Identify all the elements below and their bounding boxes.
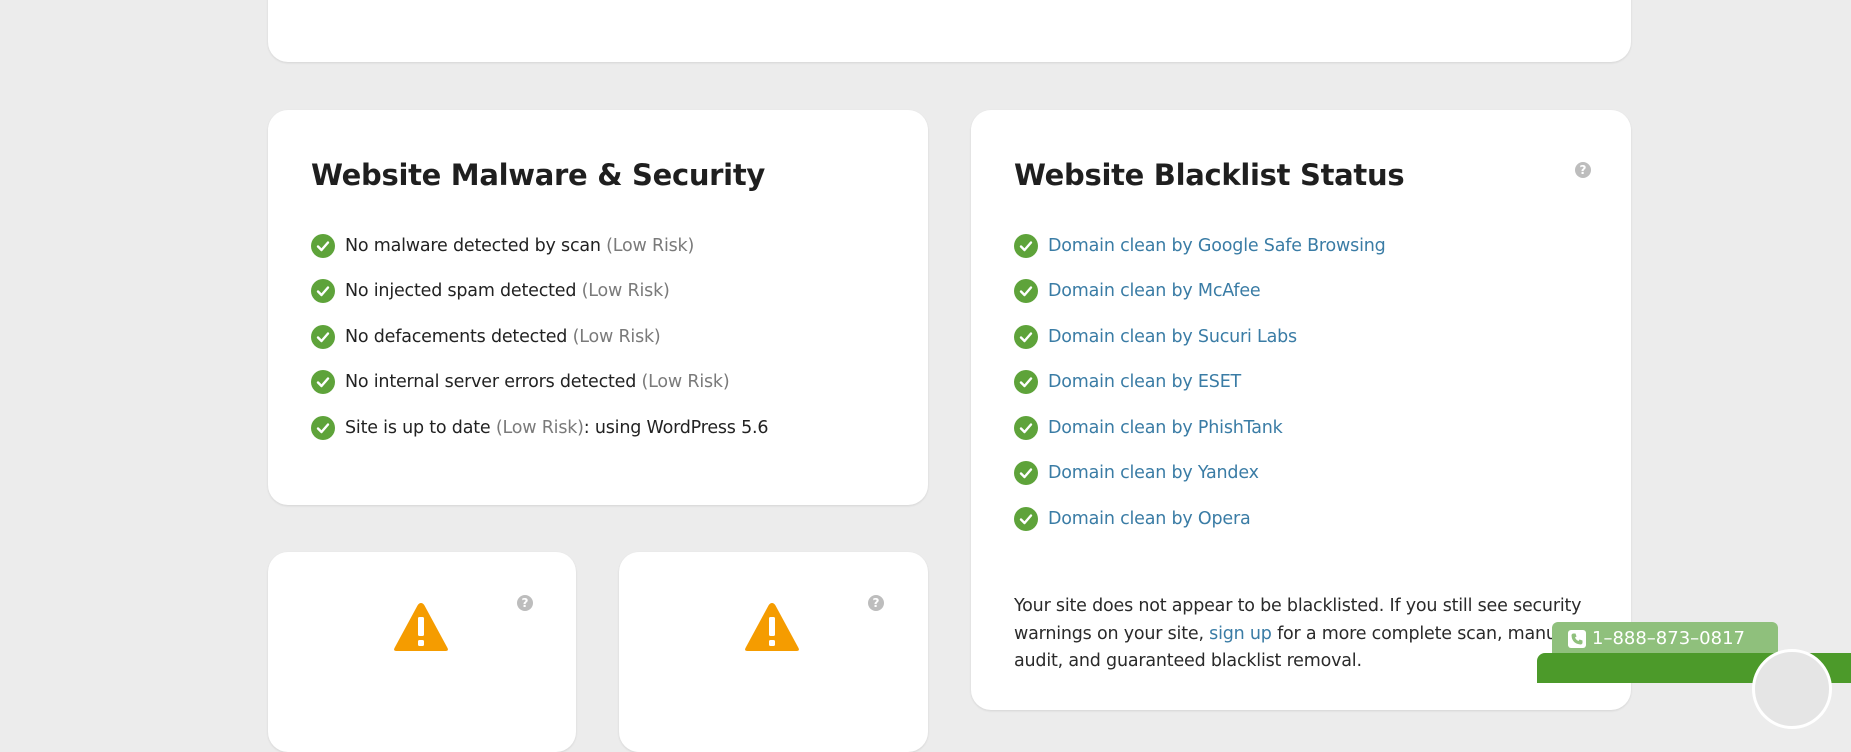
version-text: : using WordPress 5.6	[583, 417, 769, 438]
help-icon[interactable]: ?	[1575, 162, 1591, 178]
blacklist-link[interactable]: Domain clean by McAfee	[1048, 281, 1261, 301]
blacklist-item[interactable]: Domain clean by ESET	[1014, 360, 1386, 406]
blacklist-status-card: Website Blacklist Status ? Domain clean …	[971, 110, 1631, 710]
blacklist-list: Domain clean by Google Safe Browsing Dom…	[1014, 223, 1386, 542]
chat-agent-avatar[interactable]	[1752, 649, 1832, 729]
malware-item-text: Site is up to date	[345, 417, 491, 438]
phone-icon	[1568, 629, 1586, 648]
check-icon	[1014, 461, 1038, 486]
malware-item-text: No defacements detected	[345, 326, 568, 347]
help-icon[interactable]: ?	[517, 595, 533, 611]
blacklist-link[interactable]: Domain clean by Google Safe Browsing	[1048, 236, 1386, 256]
blacklist-title: Website Blacklist Status	[1014, 158, 1405, 192]
malware-item-text: No malware detected by scan	[345, 235, 601, 256]
warning-icon	[745, 603, 799, 651]
phone-number: 1–888–873–0817	[1592, 628, 1745, 649]
blacklist-item[interactable]: Domain clean by Opera	[1014, 496, 1386, 542]
check-icon	[311, 324, 335, 349]
check-icon	[1014, 233, 1038, 258]
blacklist-note: Your site does not appear to be blacklis…	[1014, 593, 1594, 676]
malware-item: No defacements detected (Low Risk)	[311, 314, 768, 360]
risk-label: (Low Risk)	[606, 235, 695, 256]
risk-label: (Low Risk)	[572, 326, 661, 347]
check-icon	[311, 370, 335, 395]
check-icon	[1014, 279, 1038, 304]
help-icon[interactable]: ?	[868, 595, 884, 611]
blacklist-item[interactable]: Domain clean by PhishTank	[1014, 405, 1386, 451]
blacklist-link[interactable]: Domain clean by Opera	[1048, 509, 1251, 529]
warning-icon	[394, 603, 448, 651]
top-card	[268, 0, 1631, 62]
malware-security-card: Website Malware & Security No malware de…	[268, 110, 928, 505]
malware-item: No internal server errors detected (Low …	[311, 360, 768, 406]
check-icon	[1014, 324, 1038, 349]
sign-up-link[interactable]: sign up	[1209, 624, 1272, 644]
check-icon	[1014, 370, 1038, 395]
blacklist-item[interactable]: Domain clean by Sucuri Labs	[1014, 314, 1386, 360]
malware-title: Website Malware & Security	[311, 158, 765, 192]
malware-list: No malware detected by scan (Low Risk) N…	[311, 223, 769, 451]
blacklist-link[interactable]: Domain clean by ESET	[1048, 372, 1241, 392]
blacklist-link[interactable]: Domain clean by Sucuri Labs	[1048, 327, 1297, 347]
small-card-2: ?	[619, 552, 928, 752]
check-icon	[1014, 506, 1038, 531]
malware-item: No malware detected by scan (Low Risk)	[311, 223, 768, 269]
blacklist-link[interactable]: Domain clean by PhishTank	[1048, 418, 1283, 438]
malware-item: No injected spam detected (Low Risk)	[311, 269, 768, 315]
phone-contact-button[interactable]: 1–888–873–0817	[1552, 622, 1778, 655]
malware-item-text: No injected spam detected	[345, 281, 577, 302]
blacklist-link[interactable]: Domain clean by Yandex	[1048, 463, 1259, 483]
risk-label: (Low Risk)	[641, 372, 730, 393]
malware-item: Site is up to date (Low Risk): using Wor…	[311, 405, 769, 451]
risk-label: (Low Risk)	[495, 417, 584, 438]
malware-item-text: No internal server errors detected	[345, 372, 637, 393]
risk-label: (Low Risk)	[581, 281, 670, 302]
blacklist-item[interactable]: Domain clean by Yandex	[1014, 451, 1386, 497]
check-icon	[311, 415, 335, 440]
check-icon	[311, 233, 335, 258]
check-icon	[311, 279, 335, 304]
blacklist-item[interactable]: Domain clean by McAfee	[1014, 269, 1386, 315]
small-card-1: ?	[268, 552, 576, 752]
check-icon	[1014, 415, 1038, 440]
blacklist-item[interactable]: Domain clean by Google Safe Browsing	[1014, 223, 1386, 269]
